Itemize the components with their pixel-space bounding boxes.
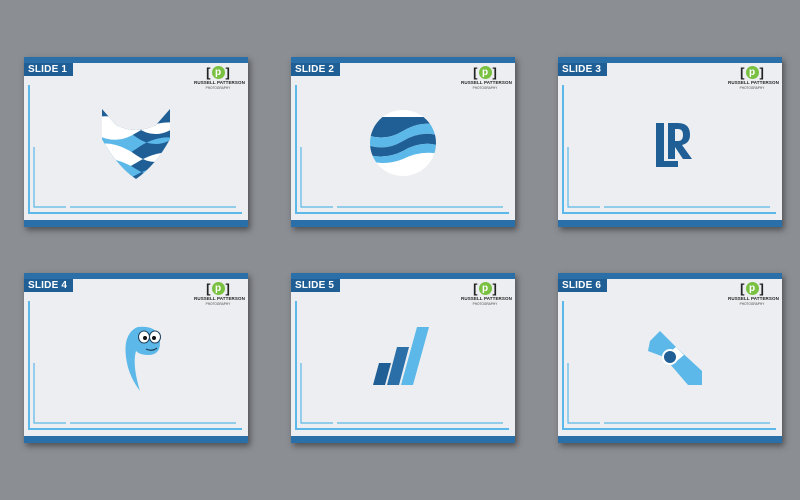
slide-bottom-bar: [24, 220, 248, 227]
brand-logo: [p] RUSSELL PATTERSON PHOTOGRAPHY: [728, 65, 779, 91]
logo-subtitle: PHOTOGRAPHY: [739, 302, 765, 306]
brand-logo: [p] RUSSELL PATTERSON PHOTOGRAPHY: [194, 65, 245, 91]
slide-2[interactable]: SLIDE 2 [p] RUSSELL PATTERSON PHOTOGRAPH…: [291, 57, 515, 227]
slide-5[interactable]: SLIDE 5 [p] RUSSELL PATTERSON PHOTOGRAPH…: [291, 273, 515, 443]
logo-subtitle: PHOTOGRAPHY: [205, 302, 231, 306]
logo-subtitle: PHOTOGRAPHY: [739, 86, 765, 90]
logo-mark: p: [478, 282, 492, 295]
brand-logo: [p] RUSSELL PATTERSON PHOTOGRAPHY: [194, 281, 245, 307]
slide-label: SLIDE 1: [24, 63, 74, 76]
rotor-icon: [648, 331, 702, 385]
slide-3[interactable]: SLIDE 3 [p] RUSSELL PATTERSON PHOTOGRAPH…: [558, 57, 782, 227]
logo-subtitle: PHOTOGRAPHY: [472, 86, 498, 90]
slide-label: SLIDE 6: [558, 279, 608, 292]
slide-6[interactable]: SLIDE 6 [p] RUSSELL PATTERSON PHOTOGRAPH…: [558, 273, 782, 443]
slide-bottom-bar: [291, 436, 515, 443]
slide-label: SLIDE 2: [291, 63, 341, 76]
logo-mark: p: [211, 282, 225, 295]
slide-bottom-bar: [24, 436, 248, 443]
cartoon-character-icon: [125, 326, 161, 391]
slide-label: SLIDE 5: [291, 279, 341, 292]
slide-grid: SLIDE 1 [p] RUSSELL PATTERSON PHOTOGRAPH…: [0, 0, 800, 500]
chevron-wave-icon: [102, 109, 170, 179]
slide-label: SLIDE 4: [24, 279, 74, 292]
slide-4[interactable]: SLIDE 4 [p] RUSSELL PATTERSON PHOTOGRAPH…: [24, 273, 248, 443]
slide-bottom-bar: [558, 436, 782, 443]
lr-monogram-icon: [656, 123, 692, 167]
logo-mark: p: [211, 66, 225, 79]
slide-label: SLIDE 3: [558, 63, 608, 76]
brand-logo: [p] RUSSELL PATTERSON PHOTOGRAPHY: [461, 65, 512, 91]
bar-stripes-icon: [373, 327, 429, 385]
slide-bottom-bar: [291, 220, 515, 227]
slide-bottom-bar: [558, 220, 782, 227]
brand-logo: [p] RUSSELL PATTERSON PHOTOGRAPHY: [461, 281, 512, 307]
wave-circle-icon: [370, 110, 436, 176]
slide-1[interactable]: SLIDE 1 [p] RUSSELL PATTERSON PHOTOGRAPH…: [24, 57, 248, 227]
logo-mark: p: [478, 66, 492, 79]
logo-subtitle: PHOTOGRAPHY: [472, 302, 498, 306]
logo-subtitle: PHOTOGRAPHY: [205, 86, 231, 90]
logo-mark: p: [745, 66, 759, 79]
logo-mark: p: [745, 282, 759, 295]
brand-logo: [p] RUSSELL PATTERSON PHOTOGRAPHY: [728, 281, 779, 307]
